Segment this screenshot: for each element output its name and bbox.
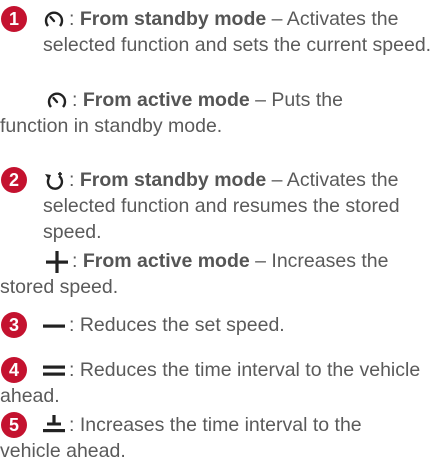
item-1-paragraph-2: : From active mode – Puts the function i… [0, 87, 400, 139]
separator: : [69, 414, 80, 436]
step-number-badge: 1 [1, 6, 27, 32]
item-2-paragraph-2: : From active mode – Increases the store… [0, 248, 400, 300]
mode-title: From active mode [82, 250, 250, 272]
mode-title: From active mode [82, 89, 250, 111]
resume-arrow-icon [43, 170, 65, 192]
distance-decrease-icon [43, 360, 65, 382]
separator: : [72, 250, 83, 272]
plus-icon [46, 250, 68, 273]
minus-icon [43, 315, 65, 337]
separator: : [69, 359, 80, 381]
mode-title: From standby mode [79, 8, 267, 30]
mode-title: From standby mode [79, 169, 267, 191]
item-5-text: : Increases the time interval to the veh… [0, 412, 415, 464]
item-2-paragraph-1: : From standby mode – Activates the sele… [43, 167, 441, 245]
separator: : [69, 314, 80, 336]
item-3-text: : Reduces the set speed. [43, 312, 441, 338]
distance-increase-icon [43, 414, 65, 437]
step-number-badge: 2 [1, 167, 27, 193]
item-1-paragraph-1: : From standby mode – Activates the sele… [43, 6, 441, 58]
instruction-list: 1 : From standby mode – Activates the se… [0, 0, 445, 468]
speedometer-icon [46, 90, 68, 112]
separator: : [69, 169, 80, 191]
description: Reduces the set speed. [79, 314, 285, 336]
separator: : [69, 8, 80, 30]
step-number-badge: 3 [1, 312, 27, 338]
separator: : [72, 89, 83, 111]
item-4-text: : Reduces the time interval to the vehic… [0, 357, 440, 409]
speedometer-icon [43, 9, 65, 31]
